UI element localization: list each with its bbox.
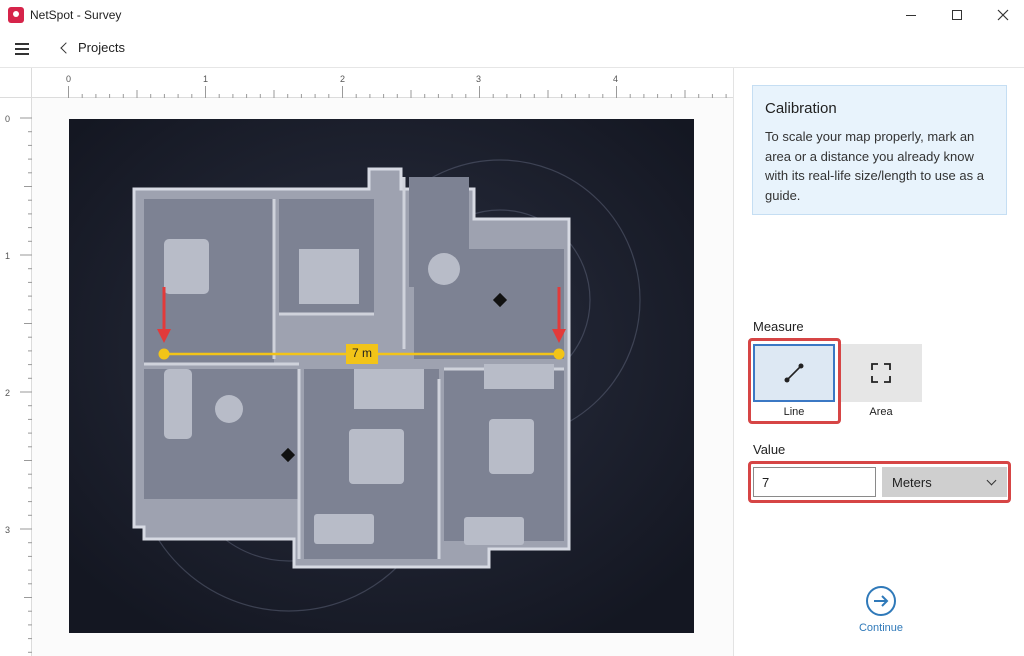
chevron-left-icon — [60, 42, 72, 54]
unit-dropdown[interactable]: Meters — [882, 467, 1007, 497]
calibration-description: To scale your map properly, mark an area… — [765, 129, 984, 203]
horizontal-ruler-ticks — [68, 86, 727, 98]
close-icon — [997, 9, 1009, 21]
floor-plan-drawing — [69, 119, 694, 633]
maximize-icon — [952, 10, 962, 20]
measure-label: Measure — [753, 319, 804, 334]
ruler-top-label: 0 — [66, 74, 72, 84]
calibration-info-box: Calibration To scale your map properly, … — [752, 85, 1007, 215]
minimize-icon — [906, 14, 916, 16]
calibration-side-panel: Calibration To scale your map properly, … — [733, 68, 1024, 656]
line-tool-icon — [784, 363, 804, 383]
measure-line-tile — [753, 344, 835, 402]
ruler-left-label: 0 — [5, 114, 11, 124]
ruler-left-label: 1 — [5, 251, 11, 261]
value-label: Value — [753, 442, 786, 457]
floor-plan-map[interactable]: 7 m — [69, 119, 694, 633]
vertical-ruler: 0 1 2 3 — [0, 98, 32, 656]
continue-button[interactable]: Continue — [852, 585, 910, 645]
vertical-ruler-ticks — [20, 117, 32, 653]
maximize-button[interactable] — [934, 0, 980, 30]
chevron-down-icon — [986, 475, 997, 486]
value-input[interactable] — [753, 467, 876, 497]
measure-area-button[interactable]: Area — [840, 344, 922, 424]
calibration-title: Calibration — [765, 100, 837, 117]
ruler-left-label: 3 — [5, 525, 11, 535]
netspot-app-icon — [8, 7, 24, 23]
hamburger-menu-icon[interactable] — [14, 42, 32, 56]
measure-area-label: Area — [869, 406, 893, 418]
ruler-left-label: 2 — [5, 388, 11, 398]
horizontal-ruler: 0 1 2 3 4 — [32, 68, 733, 98]
unit-selected-value: Meters — [892, 474, 932, 490]
ruler-top-label: 2 — [340, 74, 346, 84]
title-bar: NetSpot - Survey — [0, 0, 1024, 30]
map-canvas-area[interactable]: 0 1 2 3 4 0 1 2 3 7 m — [0, 68, 733, 656]
continue-label: Continue — [858, 622, 904, 634]
ruler-top-label: 4 — [613, 74, 619, 84]
ruler-corner — [0, 68, 32, 98]
close-button[interactable] — [980, 0, 1024, 30]
nav-bar: Projects — [0, 30, 1024, 68]
area-tool-icon — [871, 363, 891, 383]
measure-line-button[interactable]: Line — [753, 344, 835, 424]
measurement-length-label: 7 m — [351, 346, 372, 360]
ruler-top-label: 1 — [203, 74, 209, 84]
ruler-top-label: 3 — [476, 74, 482, 84]
back-link-label: Projects — [78, 40, 125, 55]
arrow-right-circle-icon — [866, 586, 896, 616]
measure-line-label: Line — [783, 406, 805, 418]
back-to-projects-link[interactable]: Projects — [60, 40, 125, 55]
window-title: NetSpot - Survey — [30, 8, 122, 22]
minimize-button[interactable] — [888, 0, 934, 30]
measure-area-tile — [840, 344, 922, 402]
